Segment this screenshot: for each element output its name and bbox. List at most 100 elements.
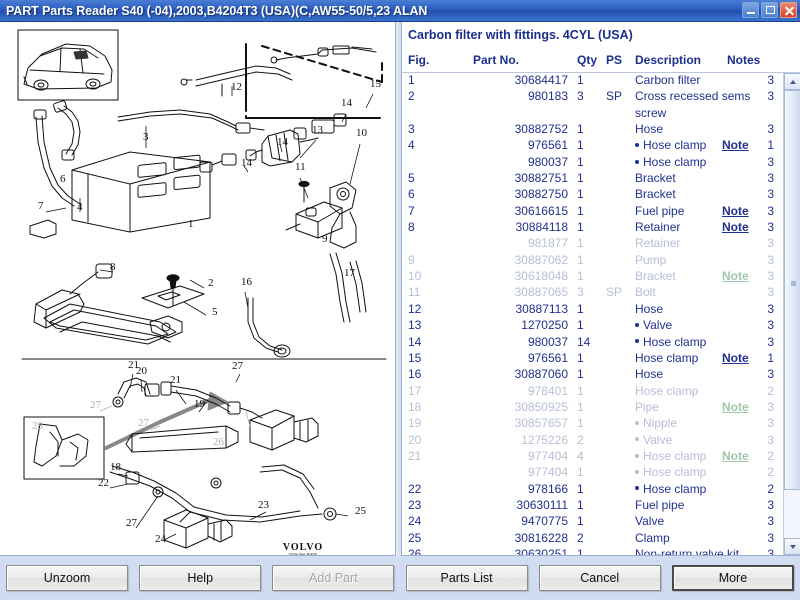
table-row[interactable]: 977404 1 Hose clamp 2 [402, 465, 784, 481]
scroll-down-arrow-icon[interactable] [784, 538, 800, 555]
cell-notes: 3 [767, 187, 774, 202]
diagram-callout-4[interactable]: 4 [77, 201, 83, 213]
diagram-callout-8[interactable]: 8 [110, 261, 116, 273]
table-row[interactable]: 19 30857657 1 Nipple 3 [402, 416, 784, 432]
diagram-callout-15[interactable]: 15 [370, 78, 382, 90]
cell-qty: 1 [577, 252, 584, 267]
table-row[interactable]: 4 976561 1 Hose clamp Note 1 [402, 138, 784, 154]
diagram-callout-14[interactable]: 14 [241, 157, 253, 169]
diagram-callout-27[interactable]: 27 [126, 517, 138, 529]
table-row[interactable]: 26 30630251 1 Non-return valve kit 3 [402, 547, 784, 555]
scrollbar-grip-icon [791, 281, 796, 286]
diagram-callout-9[interactable]: 9 [322, 233, 328, 245]
note-link[interactable]: Note [722, 400, 749, 414]
table-row[interactable]: 20 1275226 2 Valve 3 [402, 433, 784, 449]
table-row[interactable]: 14 980037 14 Hose clamp 3 [402, 335, 784, 351]
diagram-callout-14[interactable]: 14 [341, 97, 353, 109]
diagram-callout-10[interactable]: 10 [356, 127, 368, 139]
table-row[interactable]: 21 977404 4 Hose clamp Note 2 [402, 449, 784, 465]
table-row[interactable]: 25 30816228 2 Clamp 3 [402, 531, 784, 547]
table-row[interactable]: 5 30882751 1 Bracket 3 [402, 171, 784, 187]
diagram-callout-14[interactable]: 14 [277, 136, 289, 148]
diagram-callout-16[interactable]: 16 [241, 276, 253, 288]
diagram-callout-25[interactable]: 25 [355, 505, 367, 517]
table-row[interactable]: 16 30887060 1 Hose 3 [402, 367, 784, 383]
table-row[interactable]: 12 30887113 1 Hose 3 [402, 302, 784, 318]
application-window: PART Parts Reader S40 (-04),2003,B4204T3… [0, 0, 800, 600]
diagram-callout-3[interactable]: 3 [143, 131, 149, 143]
diagram-callout-24[interactable]: 24 [155, 533, 167, 545]
diagram-callout-27[interactable]: 27 [232, 360, 244, 372]
table-row[interactable]: 24 9470775 1 Valve 3 [402, 514, 784, 530]
diagram-callout-7[interactable]: 7 [38, 200, 44, 212]
parts-list-scrollbar[interactable] [783, 73, 800, 555]
table-row[interactable]: screw [402, 106, 784, 122]
cell-description: Hose clamp [635, 350, 699, 365]
diagram-callout-22[interactable]: 22 [98, 477, 109, 489]
diagram-callout-5[interactable]: 5 [212, 306, 218, 318]
cell-part-no: 30884118 [515, 220, 569, 235]
parts-diagram-pane[interactable]: 1 2 3 4 5 6 7 8 9 10 11 12 13 14 14 14 15 16 17 18 19 20 21 21 2… [0, 22, 396, 556]
table-row[interactable]: 18 30850925 1 Pipe Note 3 [402, 400, 784, 416]
table-row[interactable]: 8 30884118 1 Retainer Note 3 [402, 220, 784, 236]
help-button[interactable]: Help [139, 565, 262, 591]
cell-notes: 3 [767, 432, 774, 447]
diagram-callout-23[interactable]: 23 [258, 499, 270, 511]
unzoom-button[interactable]: Unzoom [6, 565, 128, 591]
note-link[interactable]: Note [722, 220, 749, 234]
diagram-callout-6[interactable]: 6 [60, 173, 66, 185]
scroll-up-arrow-icon[interactable] [784, 73, 800, 90]
note-link[interactable]: Note [722, 449, 749, 463]
diagram-callout-13[interactable]: 13 [312, 124, 324, 136]
diagram-callout-18[interactable]: 18 [110, 461, 122, 473]
diagram-callout-27[interactable]: 27 [90, 399, 102, 411]
cell-notes: 2 [767, 383, 774, 398]
diagram-callout-21[interactable]: 21 [170, 374, 181, 386]
table-row[interactable]: 23 30630111 1 Fuel pipe 3 [402, 498, 784, 514]
diagram-callout-28[interactable]: 28 [32, 420, 44, 432]
diagram-callout-26[interactable]: 26 [213, 436, 225, 448]
note-link[interactable]: Note [722, 269, 749, 283]
table-row[interactable]: 11 30887065 3 SP Bolt 3 [402, 285, 784, 301]
table-row[interactable]: 980037 1 Hose clamp 3 [402, 155, 784, 171]
cell-notes: 3 [767, 301, 774, 316]
diagram-callout-2[interactable]: 2 [208, 277, 214, 289]
cell-description: Bolt [635, 285, 656, 300]
table-row[interactable]: 15 976561 1 Hose clamp Note 1 [402, 351, 784, 367]
diagram-callout-21[interactable]: 21 [128, 359, 139, 371]
table-row[interactable]: 13 1270250 1 Valve 3 [402, 318, 784, 334]
maximize-icon[interactable] [761, 2, 778, 18]
cell-part-no: 1275226 [521, 432, 568, 447]
scrollbar-thumb[interactable] [784, 90, 800, 490]
diagram-callout-17[interactable]: 17 [344, 267, 356, 279]
cancel-button[interactable]: Cancel [538, 565, 661, 591]
parts-table-body[interactable]: 1 30684417 1 Carbon filter 3 2 980183 3 SP Cross … [402, 73, 784, 555]
cell-notes: 3 [767, 285, 774, 300]
note-link[interactable]: Note [722, 204, 749, 218]
diagram-callout-12[interactable]: 12 [231, 81, 242, 93]
table-row[interactable]: 7 30616615 1 Fuel pipe Note 3 [402, 204, 784, 220]
diagram-callout-11[interactable]: 11 [295, 161, 306, 173]
table-row[interactable]: 22 978166 1 Hose clamp 2 [402, 482, 784, 498]
table-row[interactable]: 981877 1 Retainer 3 [402, 236, 784, 252]
cell-description: Bracket [635, 187, 676, 202]
diagram-callout-27[interactable]: 27 [138, 417, 150, 429]
table-row[interactable]: 2 980183 3 SP Cross recessed sems 3 [402, 89, 784, 105]
table-row[interactable]: 6 30882750 1 Bracket 3 [402, 187, 784, 203]
table-row[interactable]: 17 978401 1 Hose clamp 2 [402, 384, 784, 400]
parts-list-button[interactable]: Parts List [405, 565, 528, 591]
table-row[interactable]: 3 30882752 1 Hose 3 [402, 122, 784, 138]
diagram-callout-19[interactable]: 19 [194, 398, 206, 410]
table-row[interactable]: 9 30887062 1 Pump 3 [402, 253, 784, 269]
parts-diagram[interactable]: 1234567891011121314141415161718192021212… [0, 22, 396, 556]
table-row[interactable]: 10 30618048 1 Bracket Note 3 [402, 269, 784, 285]
close-icon[interactable] [780, 2, 797, 18]
minimize-icon[interactable] [742, 2, 759, 18]
more-button[interactable]: More [671, 565, 794, 591]
table-row[interactable]: 1 30684417 1 Carbon filter 3 [402, 73, 784, 89]
cell-fig: 26 [408, 546, 422, 555]
diagram-callout-1[interactable]: 1 [188, 218, 194, 230]
cell-qty: 1 [577, 154, 584, 169]
note-link[interactable]: Note [722, 138, 749, 152]
note-link[interactable]: Note [722, 351, 749, 365]
